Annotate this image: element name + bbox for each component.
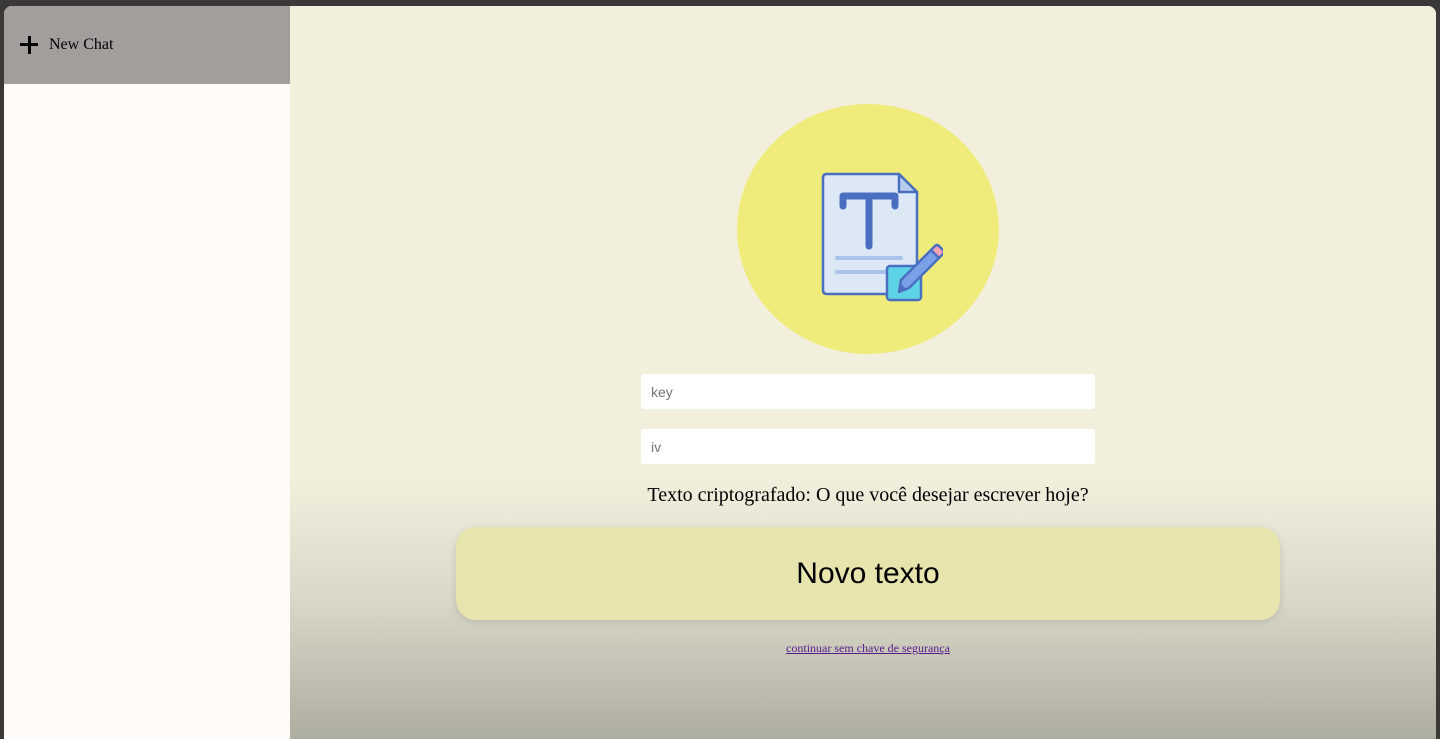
- plus-icon: [20, 36, 38, 54]
- encrypted-text: Texto criptografado: O que você desejar …: [647, 484, 1089, 506]
- main-panel: Texto criptografado: O que você desejar …: [290, 6, 1436, 739]
- key-input[interactable]: [641, 374, 1095, 409]
- new-text-button[interactable]: Novo texto: [456, 527, 1280, 620]
- document-edit-icon: [821, 172, 943, 302]
- new-chat-button[interactable]: New Chat: [4, 6, 290, 84]
- hero-circle: [737, 104, 999, 354]
- iv-input[interactable]: [641, 429, 1095, 464]
- app-window: New Chat Text: [4, 6, 1436, 739]
- new-chat-label: New Chat: [49, 36, 114, 53]
- sidebar: New Chat: [4, 6, 290, 739]
- continue-without-key-link[interactable]: continuar sem chave de segurança: [290, 641, 1436, 656]
